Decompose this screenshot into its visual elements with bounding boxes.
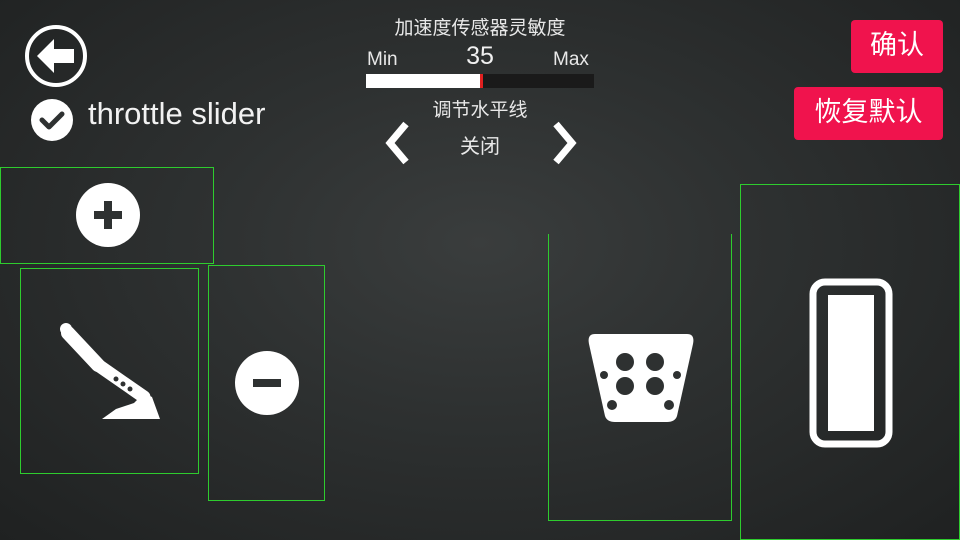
throttle-slider-label: throttle slider — [88, 96, 266, 131]
plus-control-area[interactable] — [0, 167, 214, 264]
brake-pedal-icon — [588, 334, 694, 422]
sensitivity-slider-fill — [366, 74, 480, 88]
sensitivity-slider[interactable] — [366, 74, 594, 88]
sensitivity-slider-thumb[interactable] — [480, 74, 483, 88]
arrow-left-icon — [37, 39, 74, 73]
minus-control-area[interactable] — [208, 265, 325, 501]
sensitivity-max-label: Max — [553, 49, 589, 70]
brake-pedal-control-area[interactable] — [548, 234, 732, 521]
handbrake-lever-icon — [60, 323, 160, 419]
confirm-button[interactable]: 确认 — [851, 20, 943, 73]
throttle-pedal-control-area[interactable] — [740, 184, 960, 540]
sensitivity-title: 加速度传感器灵敏度 — [394, 17, 566, 39]
handbrake-control-area[interactable] — [20, 268, 199, 474]
sensitivity-value: 35 — [466, 42, 494, 70]
reset-default-button[interactable]: 恢复默认 — [794, 87, 943, 140]
checkmark-icon[interactable] — [31, 99, 73, 141]
sensitivity-min-label: Min — [367, 49, 398, 70]
level-line-title: 调节水平线 — [432, 99, 528, 121]
chevron-left-icon — [385, 121, 409, 165]
throttle-pedal-icon — [809, 278, 893, 448]
chevron-right-icon — [553, 121, 577, 165]
plus-icon[interactable] — [76, 183, 140, 247]
level-line-value: 关闭 — [460, 134, 500, 158]
back-button[interactable] — [25, 25, 87, 87]
level-prev-button[interactable] — [380, 120, 414, 166]
level-next-button[interactable] — [548, 120, 582, 166]
minus-icon[interactable] — [235, 351, 299, 415]
